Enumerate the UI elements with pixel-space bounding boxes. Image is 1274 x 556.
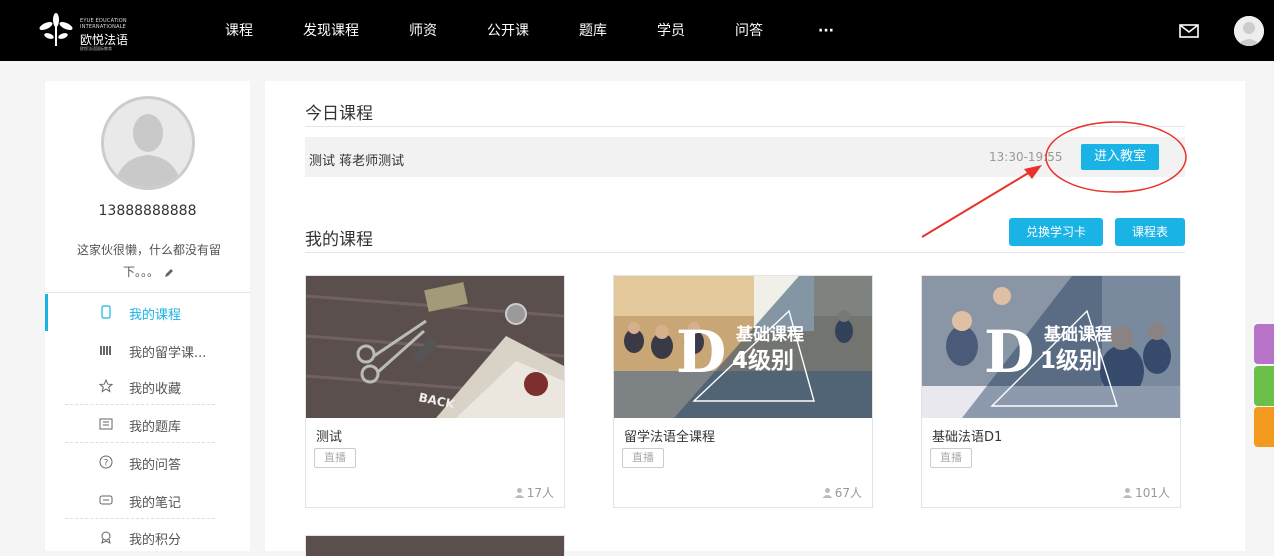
live-tag: 直播 (314, 448, 356, 468)
profile-sidebar: 13888888888 这家伙很懒，什么都没有留下。。。 我的课程 我的留学课.… (45, 81, 250, 551)
course-title[interactable]: 测试 (316, 426, 342, 445)
brand-logo[interactable]: EYUE EDUCATION INTERNATIONALE 欧悦法语 欧悦法语国… (36, 12, 156, 51)
course-banner-letter: D (676, 318, 726, 386)
section-divider (305, 126, 1185, 127)
section-divider (305, 252, 1185, 253)
my-courses-title: 我的课程 (305, 230, 373, 250)
profile-bio: 这家伙很懒，什么都没有留下。。。 (69, 239, 229, 283)
course-cover-image[interactable]: BACK (306, 276, 564, 418)
pencil-icon[interactable] (163, 267, 175, 279)
course-banner-line2: 1级别 (1040, 347, 1102, 374)
nav-item-students[interactable]: 学员 (657, 22, 685, 40)
today-course-time: 13:30-19:55 (989, 150, 1063, 164)
user-silhouette-icon (104, 99, 192, 187)
user-avatar[interactable] (1234, 16, 1264, 46)
sidebar-item-study-abroad[interactable]: 我的留学课... (45, 332, 250, 369)
sidebar-divider (45, 292, 250, 293)
course-cover-image[interactable]: D 基础课程 4级别 (614, 276, 872, 418)
nav-item-open-class[interactable]: 公开课 (487, 22, 529, 40)
person-icon (822, 488, 833, 498)
course-banner-line1: 基础课程 (1043, 324, 1112, 345)
menu-separator (65, 404, 215, 405)
logo-subtitle: EYUE EDUCATION INTERNATIONALE (80, 18, 127, 30)
sidebar-item-label: 我的题库 (129, 420, 182, 435)
svg-text:?: ? (104, 459, 109, 469)
nav-item-discover[interactable]: 发现课程 (303, 22, 359, 40)
flower-logo-icon (39, 13, 73, 46)
enter-classroom-button[interactable]: 进入教室 (1081, 144, 1159, 170)
course-cover-image[interactable] (306, 536, 564, 556)
user-silhouette-icon (1234, 16, 1264, 46)
course-cover-image[interactable]: D 基础课程 1级别 (922, 276, 1180, 418)
bars-icon (100, 346, 111, 355)
book-icon (99, 418, 113, 430)
menu-separator (65, 442, 215, 443)
phone-icon (101, 305, 111, 319)
star-icon (99, 379, 113, 393)
sidebar-item-my-points[interactable]: 我的积分 (45, 519, 250, 556)
sidebar-item-label: 我的收藏 (129, 382, 182, 397)
sidebar-item-label: 我的课程 (129, 308, 182, 323)
course-banner-letter: D (984, 318, 1034, 386)
logo-tagline: 欧悦法语国际教育 (80, 46, 112, 51)
person-icon (1122, 488, 1133, 498)
mail-icon[interactable] (1179, 24, 1199, 38)
student-count-value: 67人 (834, 486, 862, 500)
course-banner-line1: 基础课程 (735, 324, 804, 345)
student-count-value: 101人 (1135, 486, 1170, 500)
course-title[interactable]: 基础法语D1 (932, 426, 1002, 445)
sidebar-item-my-courses[interactable]: 我的课程 (45, 294, 250, 331)
float-chat-button[interactable] (1254, 324, 1274, 364)
profile-avatar[interactable] (101, 96, 195, 190)
student-count-value: 17人 (526, 486, 554, 500)
live-tag: 直播 (930, 448, 972, 468)
course-card[interactable]: D 基础课程 1级别 基础法语D1 直播 101人 (921, 275, 1181, 508)
sidebar-item-question-bank[interactable]: 我的题库 (45, 406, 250, 443)
nav-item-courses[interactable]: 课程 (225, 22, 253, 40)
course-card[interactable]: BACK 测试 直播 17人 (305, 275, 565, 508)
profile-phone: 13888888888 (98, 203, 197, 219)
top-navbar: EYUE EDUCATION INTERNATIONALE 欧悦法语 欧悦法语国… (0, 0, 1274, 61)
student-count: 67人 (822, 484, 862, 501)
classroom-photo: D 基础课程 4级别 (614, 276, 872, 418)
main-panel: 今日课程 测试 蒋老师测试 13:30-19:55 进入教室 我的课程 兑换学习… (265, 81, 1245, 556)
sidebar-item-label: 我的积分 (129, 533, 182, 548)
float-phone-button[interactable] (1254, 407, 1274, 447)
schedule-button[interactable]: 课程表 (1115, 218, 1185, 246)
classroom-photo: D 基础课程 1级别 (922, 276, 1180, 418)
nav-item-qa[interactable]: 问答 (735, 22, 763, 40)
course-card[interactable] (305, 535, 565, 556)
course-card[interactable]: D 基础课程 4级别 留学法语全课程 直播 67人 (613, 275, 873, 508)
student-count: 17人 (514, 484, 554, 501)
question-icon: ? (99, 455, 113, 469)
profile-bio-text: 这家伙很懒，什么都没有留下。。。 (76, 243, 221, 279)
medal-icon (101, 531, 111, 544)
note-icon (99, 495, 113, 505)
today-course-row: 测试 蒋老师测试 13:30-19:55 进入教室 (305, 137, 1185, 177)
sidebar-item-favorites[interactable]: 我的收藏 (45, 368, 250, 405)
nav-item-teachers[interactable]: 师资 (409, 22, 437, 40)
redeem-card-button[interactable]: 兑换学习卡 (1009, 218, 1103, 246)
nav-more-button[interactable]: ··· (818, 22, 834, 40)
live-tag: 直播 (622, 448, 664, 468)
sidebar-item-label: 我的留学课... (129, 346, 207, 361)
float-wechat-button[interactable] (1254, 366, 1274, 406)
sidebar-item-label: 我的问答 (129, 458, 182, 473)
sidebar-item-label: 我的笔记 (129, 496, 182, 511)
today-course-name: 测试 蒋老师测试 (309, 154, 405, 169)
course-title[interactable]: 留学法语全课程 (624, 426, 715, 445)
course-banner-line2: 4级别 (732, 347, 794, 374)
sidebar-item-my-qa[interactable]: ? 我的问答 (45, 444, 250, 481)
student-count: 101人 (1122, 484, 1170, 501)
desk-scissors-photo: BACK (306, 276, 564, 418)
today-courses-title: 今日课程 (305, 104, 373, 124)
nav-item-question-bank[interactable]: 题库 (579, 22, 607, 40)
sidebar-item-my-notes[interactable]: 我的笔记 (45, 482, 250, 519)
person-icon (514, 488, 525, 498)
